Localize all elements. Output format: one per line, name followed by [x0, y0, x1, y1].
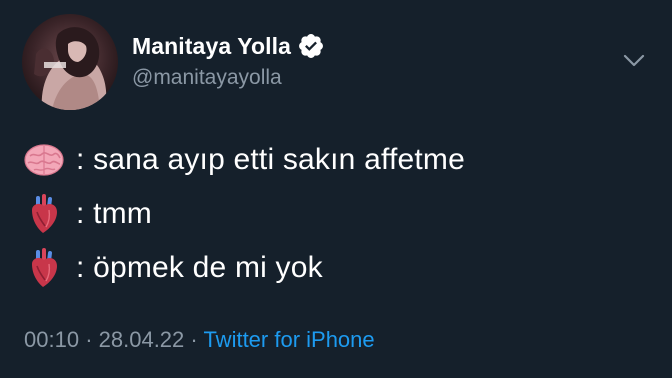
- tweet-time[interactable]: 00:10: [24, 327, 79, 352]
- tweet-line: : öpmek de mi yok: [22, 241, 465, 295]
- meta-separator: ·: [190, 327, 198, 352]
- tweet-card: Manitaya Yolla @manitayayolla: sana ayı…: [0, 0, 672, 378]
- chevron-down-icon[interactable]: [622, 52, 646, 70]
- tweet-body: : sana ayıp etti sakın affetme : tmm: ö…: [22, 133, 465, 295]
- name-row: Manitaya Yolla: [132, 30, 325, 62]
- meta-separator: ·: [85, 327, 93, 352]
- verified-badge-icon: [297, 32, 325, 60]
- tweet-source-link[interactable]: Twitter for iPhone: [203, 327, 374, 352]
- display-name[interactable]: Manitaya Yolla: [132, 33, 291, 60]
- brain-icon: [22, 138, 66, 182]
- tweet-date[interactable]: 28.04.22: [99, 327, 185, 352]
- avatar[interactable]: [22, 14, 118, 110]
- user-handle[interactable]: @manitayayolla: [132, 66, 282, 90]
- anatomical-heart-icon: [22, 192, 66, 236]
- tweet-line-text: : tmm: [76, 197, 152, 230]
- tweet-line: : tmm: [22, 187, 465, 241]
- tweet-meta: 00:10 · 28.04.22 · Twitter for iPhone: [24, 327, 375, 353]
- tweet-line: : sana ayıp etti sakın affetme: [22, 133, 465, 187]
- anatomical-heart-icon: [22, 246, 66, 290]
- tweet-line-text: : öpmek de mi yok: [76, 251, 323, 284]
- tweet-line-text: : sana ayıp etti sakın affetme: [76, 143, 465, 176]
